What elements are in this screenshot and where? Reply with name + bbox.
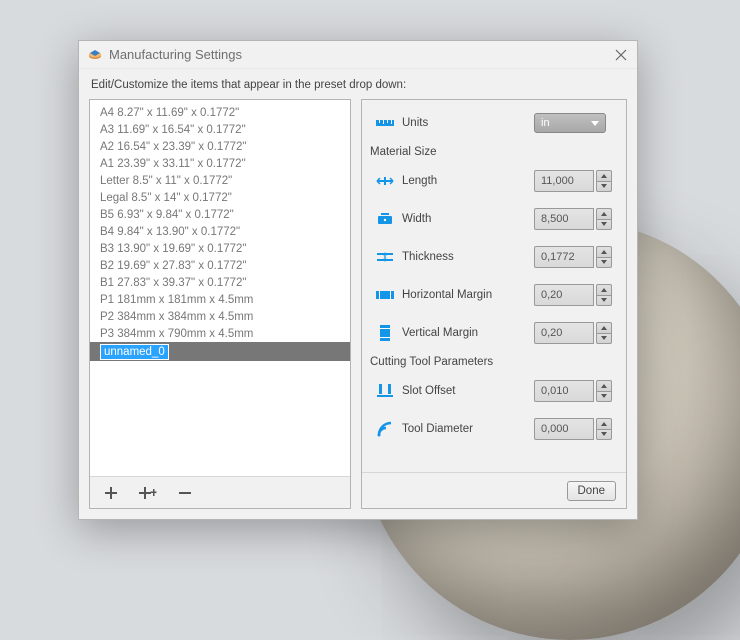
add-preset-button[interactable] — [104, 486, 118, 500]
properties-pane: Units in Material Size Length — [361, 99, 627, 509]
tool-diameter-row: Tool Diameter 0,000 — [370, 414, 614, 444]
preset-item[interactable]: P3 384mm x 790mm x 4.5mm — [90, 325, 350, 342]
vmargin-down[interactable] — [596, 333, 612, 345]
preset-item[interactable]: Legal 8.5" x 14" x 0.1772" — [90, 189, 350, 206]
units-icon — [370, 116, 400, 130]
tool-diameter-label: Tool Diameter — [400, 423, 534, 435]
tool-diameter-down[interactable] — [596, 429, 612, 441]
duplicate-preset-button[interactable] — [138, 486, 158, 500]
width-down[interactable] — [596, 219, 612, 231]
tool-diameter-icon — [370, 420, 400, 438]
close-icon[interactable] — [613, 47, 629, 63]
preset-item[interactable]: B2 19.69" x 27.83" x 0.1772" — [90, 257, 350, 274]
slot-offset-icon — [370, 383, 400, 399]
hmargin-icon — [370, 288, 400, 302]
manufacturing-settings-dialog: Manufacturing Settings Edit/Customize th… — [78, 40, 638, 520]
remove-preset-button[interactable] — [178, 486, 192, 500]
length-value[interactable]: 11,000 — [534, 170, 594, 192]
slot-offset-row: Slot Offset 0,010 — [370, 376, 614, 406]
length-label: Length — [400, 175, 534, 187]
vmargin-icon — [370, 324, 400, 342]
thickness-row: Thickness 0,1772 — [370, 242, 614, 272]
hmargin-spinner[interactable]: 0,20 — [534, 284, 612, 306]
units-value: in — [541, 117, 550, 129]
length-down[interactable] — [596, 181, 612, 193]
preset-item[interactable]: B3 13.90" x 19.69" x 0.1772" — [90, 240, 350, 257]
tool-diameter-spinner[interactable]: 0,000 — [534, 418, 612, 440]
slot-offset-spinner[interactable]: 0,010 — [534, 380, 612, 402]
hmargin-up[interactable] — [596, 284, 612, 295]
length-up[interactable] — [596, 170, 612, 181]
length-icon — [370, 174, 400, 188]
app-icon — [87, 47, 103, 63]
length-row: Length 11,000 — [370, 166, 614, 196]
slot-offset-label: Slot Offset — [400, 385, 534, 397]
units-row: Units in — [370, 108, 614, 138]
vmargin-row: Vertical Margin 0,20 — [370, 318, 614, 348]
titlebar: Manufacturing Settings — [79, 41, 637, 69]
width-row: Width 8,500 — [370, 204, 614, 234]
preset-item-editing[interactable]: unnamed_0 — [90, 342, 350, 361]
width-spinner[interactable]: 8,500 — [534, 208, 612, 230]
preset-item[interactable]: A1 23.39" x 33.11" x 0.1772" — [90, 155, 350, 172]
vmargin-value[interactable]: 0,20 — [534, 322, 594, 344]
preset-item[interactable]: Letter 8.5" x 11" x 0.1772" — [90, 172, 350, 189]
width-value[interactable]: 8,500 — [534, 208, 594, 230]
thickness-spinner[interactable]: 0,1772 — [534, 246, 612, 268]
hmargin-label: Horizontal Margin — [400, 289, 534, 301]
units-label: Units — [400, 117, 534, 129]
thickness-down[interactable] — [596, 257, 612, 269]
hmargin-row: Horizontal Margin 0,20 — [370, 280, 614, 310]
width-icon — [370, 211, 400, 227]
tool-diameter-value[interactable]: 0,000 — [534, 418, 594, 440]
preset-item[interactable]: P2 384mm x 384mm x 4.5mm — [90, 308, 350, 325]
units-select[interactable]: in — [534, 113, 606, 133]
vmargin-label: Vertical Margin — [400, 327, 534, 339]
preset-item[interactable]: B4 9.84" x 13.90" x 0.1772" — [90, 223, 350, 240]
vmargin-up[interactable] — [596, 322, 612, 333]
width-label: Width — [400, 213, 534, 225]
preset-item[interactable]: A2 16.54" x 23.39" x 0.1772" — [90, 138, 350, 155]
instruction-text: Edit/Customize the items that appear in … — [79, 69, 637, 99]
preset-toolbar — [90, 476, 350, 508]
material-size-header: Material Size — [370, 146, 614, 158]
hmargin-value[interactable]: 0,20 — [534, 284, 594, 306]
window-title: Manufacturing Settings — [109, 47, 613, 62]
thickness-value[interactable]: 0,1772 — [534, 246, 594, 268]
tool-diameter-up[interactable] — [596, 418, 612, 429]
slot-offset-value[interactable]: 0,010 — [534, 380, 594, 402]
length-spinner[interactable]: 11,000 — [534, 170, 612, 192]
slot-offset-down[interactable] — [596, 391, 612, 403]
chevron-down-icon — [591, 121, 599, 126]
width-up[interactable] — [596, 208, 612, 219]
preset-item[interactable]: A4 8.27" x 11.69" x 0.1772" — [90, 104, 350, 121]
preset-list-pane: A4 8.27" x 11.69" x 0.1772"A3 11.69" x 1… — [89, 99, 351, 509]
thickness-label: Thickness — [400, 251, 534, 263]
vmargin-spinner[interactable]: 0,20 — [534, 322, 612, 344]
preset-list[interactable]: A4 8.27" x 11.69" x 0.1772"A3 11.69" x 1… — [90, 100, 350, 476]
preset-item[interactable]: B1 27.83" x 39.37" x 0.1772" — [90, 274, 350, 291]
thickness-up[interactable] — [596, 246, 612, 257]
preset-item[interactable]: P1 181mm x 181mm x 4.5mm — [90, 291, 350, 308]
done-button[interactable]: Done — [567, 481, 617, 501]
thickness-icon — [370, 250, 400, 264]
hmargin-down[interactable] — [596, 295, 612, 307]
cutting-params-header: Cutting Tool Parameters — [370, 356, 614, 368]
slot-offset-up[interactable] — [596, 380, 612, 391]
preset-item[interactable]: B5 6.93" x 9.84" x 0.1772" — [90, 206, 350, 223]
preset-item[interactable]: A3 11.69" x 16.54" x 0.1772" — [90, 121, 350, 138]
preset-name-input[interactable]: unnamed_0 — [100, 344, 169, 360]
